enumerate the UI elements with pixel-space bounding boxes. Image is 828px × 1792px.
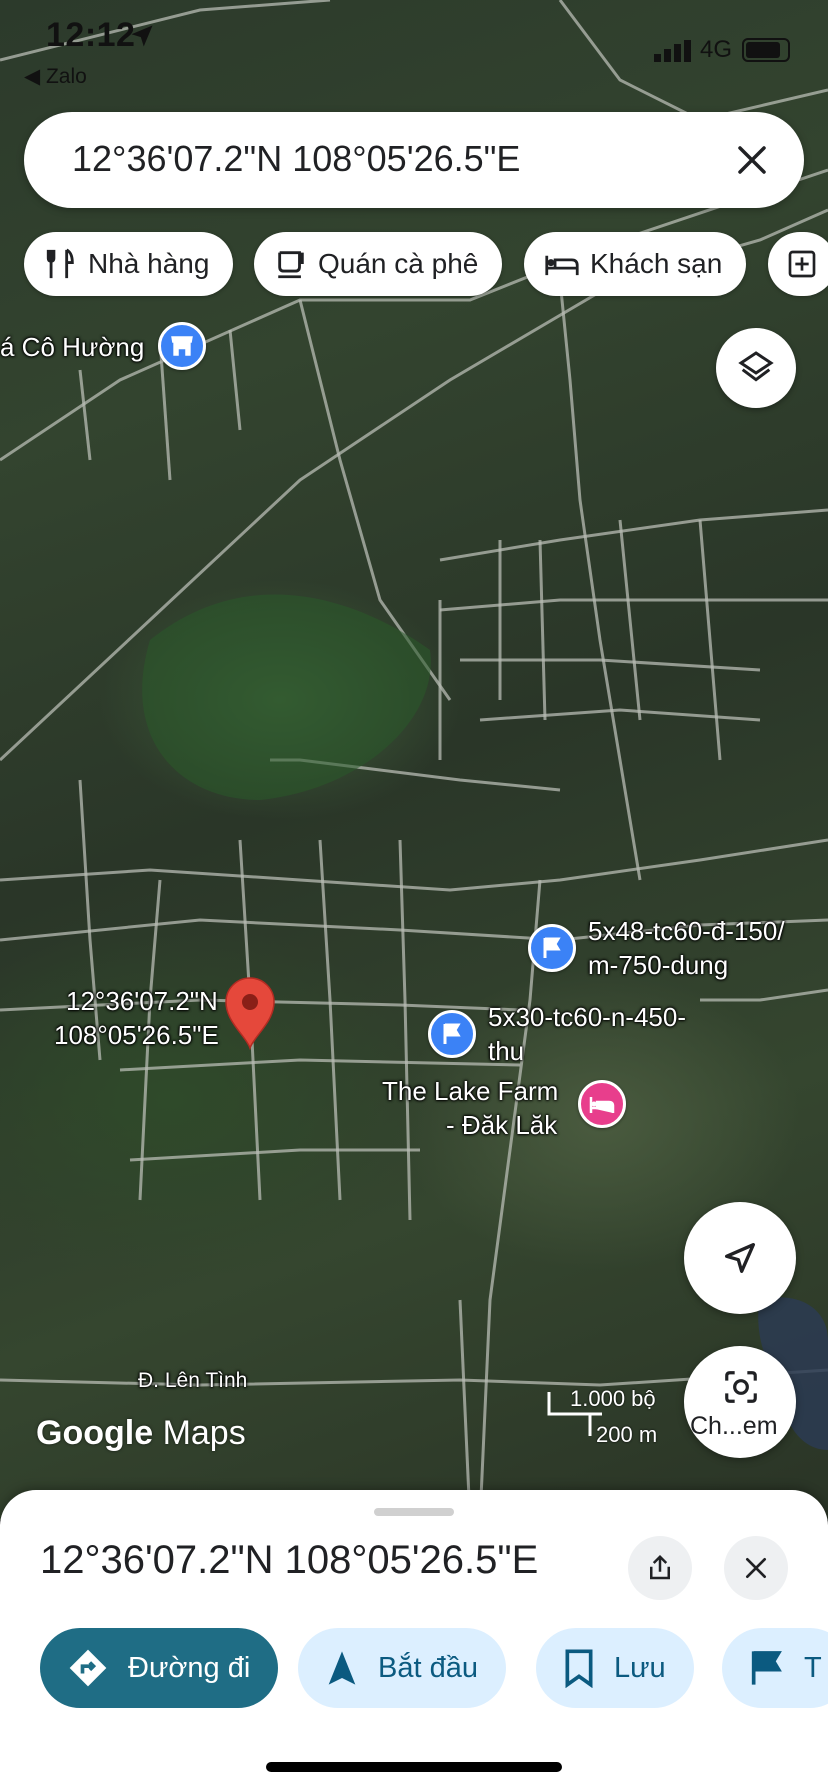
share-icon: [650, 1554, 670, 1580]
close-icon: [745, 1557, 767, 1579]
poi-label-line1[interactable]: 5x48-tc60-đ-150/: [588, 914, 785, 948]
sheet-drag-handle[interactable]: [374, 1508, 454, 1516]
signal-icon: [654, 40, 691, 62]
status-time: 12:12: [46, 16, 136, 54]
lens-button[interactable]: Ch...em: [684, 1346, 796, 1458]
label-label: T: [804, 1651, 822, 1684]
google-maps-logo: Google Maps: [36, 1414, 246, 1453]
navigation-icon: [725, 1243, 755, 1273]
search-bar[interactable]: 12°36'07.2"N 108°05'26.5"E: [24, 112, 804, 208]
flag-icon: [751, 1651, 782, 1685]
coffee-icon: [278, 251, 304, 279]
flag-icon: [443, 1023, 461, 1044]
battery-icon: [742, 38, 790, 62]
poi-label-line2[interactable]: m-750-dung: [588, 948, 728, 982]
hotel-label-line2[interactable]: - Đăk Lăk: [446, 1108, 557, 1142]
home-indicator: [266, 1762, 562, 1772]
scale-metric: 200 m: [596, 1422, 658, 1447]
pin-coord-line2: 108°05'26.5"E: [54, 1020, 219, 1050]
logo-google: Google: [36, 1414, 154, 1452]
hotel-pin-icon[interactable]: [578, 1080, 626, 1128]
pin-coord-line1: 12°36'07.2"N: [66, 986, 218, 1016]
map-view[interactable]: 12:12 ◀ Zalo 4G 12°36'07.2"N 108°05'26.5…: [0, 0, 828, 1520]
directions-icon: [69, 1649, 107, 1687]
save-label: Lưu: [614, 1651, 666, 1684]
add-box-icon: [788, 250, 816, 278]
scale-imperial: 1.000 bộ: [570, 1386, 656, 1411]
start-button[interactable]: Bắt đầu: [298, 1628, 506, 1708]
close-sheet-button[interactable]: [724, 1536, 788, 1600]
lens-label: Ch...em: [690, 1412, 778, 1440]
bookmark-icon: [565, 1649, 593, 1688]
bed-icon: [589, 1097, 615, 1113]
restaurant-icon: [46, 248, 74, 279]
flag-pin-icon[interactable]: [528, 924, 576, 972]
chip-hotels[interactable]: Khách sạn: [524, 232, 747, 296]
chip-restaurants[interactable]: Nhà hàng: [24, 232, 234, 296]
back-to-app-link[interactable]: ◀ Zalo: [24, 64, 87, 89]
chip-coffee[interactable]: Quán cà phê: [254, 232, 503, 296]
directions-button[interactable]: Đường đi: [40, 1628, 279, 1708]
flag-icon: [543, 937, 561, 958]
layers-button[interactable]: [716, 328, 796, 408]
place-title: 12°36'07.2"N 108°05'26.5"E: [40, 1538, 539, 1582]
poi-label-line1[interactable]: 5x30-tc60-n-450-: [488, 1000, 686, 1034]
place-sheet[interactable]: 12°36'07.2"N 108°05'26.5"E Đường đi Bắt …: [0, 1490, 828, 1792]
label-button[interactable]: T: [722, 1628, 828, 1708]
hotel-label-line1[interactable]: The Lake Farm: [382, 1074, 558, 1108]
poi-label-line2[interactable]: thu: [488, 1034, 524, 1068]
share-button[interactable]: [628, 1536, 692, 1600]
directions-label: Đường đi: [128, 1651, 251, 1684]
my-location-button[interactable]: [684, 1202, 796, 1314]
close-icon[interactable]: [728, 136, 776, 184]
chip-label: Khách sạn: [590, 248, 723, 279]
navigation-arrow-icon: [328, 1651, 356, 1685]
chip-label: Nhà hàng: [88, 248, 210, 279]
location-services-icon: [131, 25, 153, 47]
shop-pin-icon[interactable]: [158, 322, 206, 370]
store-icon: [171, 336, 193, 356]
start-label: Bắt đầu: [378, 1651, 478, 1684]
layers-icon: [738, 351, 774, 382]
place-label[interactable]: á Cô Hường: [0, 330, 144, 364]
hotel-icon: [545, 255, 579, 276]
chip-label: Quán cà phê: [318, 248, 479, 279]
camera-lens-icon: [725, 1371, 757, 1403]
logo-maps: Maps: [162, 1414, 246, 1452]
road-label: Đ. Lên Tình: [138, 1369, 248, 1392]
save-button[interactable]: Lưu: [536, 1628, 694, 1708]
flag-pin-icon[interactable]: [428, 1010, 476, 1058]
search-input[interactable]: 12°36'07.2"N 108°05'26.5"E: [72, 138, 520, 180]
network-type: 4G: [700, 36, 733, 63]
red-pin-icon[interactable]: [222, 974, 278, 1050]
chip-more[interactable]: [768, 232, 828, 296]
